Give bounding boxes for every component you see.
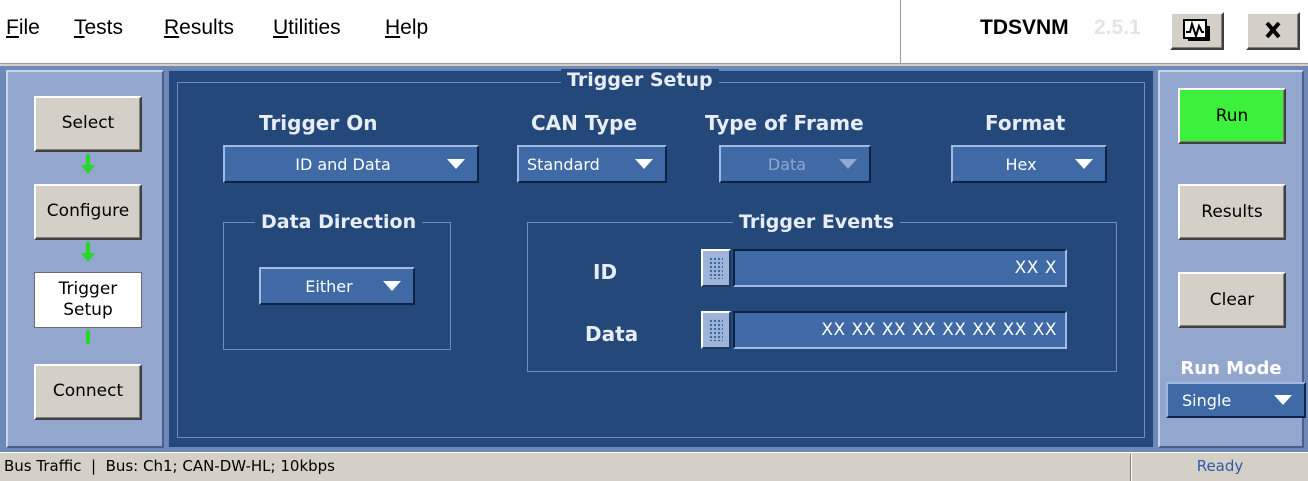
id-label: ID: [593, 260, 618, 284]
trigger-setup-label-line2: Setup: [63, 300, 113, 320]
right-control-panel: Run Results Clear Run Mode Single: [1158, 70, 1306, 448]
app-version: 2.5.1: [1094, 16, 1141, 39]
can-type-label: CAN Type: [531, 111, 638, 135]
trigger-on-label: Trigger On: [259, 111, 378, 135]
dropdown-caret-icon: [635, 159, 653, 169]
keypad-icon: [709, 319, 723, 341]
trigger-setup-label-line1: Trigger: [58, 278, 118, 299]
can-type-value: Standard: [527, 154, 600, 174]
type-of-frame-label: Type of Frame: [705, 111, 864, 135]
left-nav-panel: Select Configure Trigger Setup Connect: [6, 70, 164, 448]
data-field[interactable]: XX XX XX XX XX XX XX XX: [733, 311, 1067, 349]
dropdown-caret-icon: [1075, 159, 1093, 169]
trigger-setup-button[interactable]: Trigger Setup: [34, 272, 142, 328]
data-direction-dropdown[interactable]: Either: [259, 267, 415, 305]
flow-arrow-icon: [81, 242, 95, 262]
flow-line-icon: [85, 330, 91, 344]
can-type-dropdown[interactable]: Standard: [517, 145, 667, 183]
format-dropdown[interactable]: Hex: [951, 145, 1107, 183]
type-of-frame-dropdown[interactable]: Data: [719, 145, 871, 183]
dropdown-caret-icon: [839, 159, 857, 169]
data-direction-value: Either: [305, 276, 353, 296]
results-button[interactable]: Results: [1178, 184, 1286, 240]
close-button[interactable]: [1246, 12, 1300, 50]
menu-results[interactable]: Results: [164, 16, 234, 40]
close-icon: [1265, 21, 1281, 39]
trigger-events-group: [527, 222, 1117, 372]
trigger-setup-panel: Trigger Setup Trigger On CAN Type Type o…: [168, 69, 1154, 448]
menu-file[interactable]: File: [6, 16, 40, 40]
run-button[interactable]: Run: [1178, 88, 1286, 144]
dropdown-caret-icon: [447, 159, 465, 169]
select-button[interactable]: Select: [34, 96, 142, 152]
data-label: Data: [585, 322, 639, 346]
id-field[interactable]: XX X: [733, 249, 1067, 287]
scope-view-button[interactable]: [1170, 12, 1224, 50]
data-direction-title: Data Direction: [255, 211, 423, 233]
trigger-on-dropdown[interactable]: ID and Data: [223, 145, 479, 183]
flow-arrow-icon: [81, 154, 95, 174]
clear-button[interactable]: Clear: [1178, 272, 1286, 328]
keypad-icon: [709, 257, 723, 279]
connect-button[interactable]: Connect: [34, 364, 142, 420]
menu-utilities[interactable]: Utilities: [273, 16, 341, 40]
app-title: TDSVNM: [980, 16, 1069, 39]
run-mode-value: Single: [1182, 390, 1232, 410]
dropdown-caret-icon: [383, 281, 401, 291]
menu-help[interactable]: Help: [385, 16, 428, 40]
format-value: Hex: [1005, 154, 1037, 174]
run-mode-dropdown[interactable]: Single: [1166, 382, 1306, 418]
format-label: Format: [985, 111, 1066, 135]
data-keypad-button[interactable]: [701, 311, 731, 349]
dropdown-caret-icon: [1274, 395, 1292, 405]
menu-tests[interactable]: Tests: [74, 16, 123, 40]
status-ready: Ready: [1196, 457, 1244, 475]
configure-button[interactable]: Configure: [34, 184, 142, 240]
trigger-setup-title: Trigger Setup: [561, 69, 719, 91]
status-bus-info: Bus Traffic | Bus: Ch1; CAN-DW-HL; 10kbp…: [4, 457, 335, 475]
run-mode-label: Run Mode: [1180, 358, 1282, 379]
id-keypad-button[interactable]: [701, 249, 731, 287]
trigger-events-title: Trigger Events: [733, 211, 900, 233]
type-of-frame-value: Data: [767, 154, 807, 174]
scope-icon: [1183, 19, 1210, 41]
trigger-on-value: ID and Data: [295, 154, 391, 174]
